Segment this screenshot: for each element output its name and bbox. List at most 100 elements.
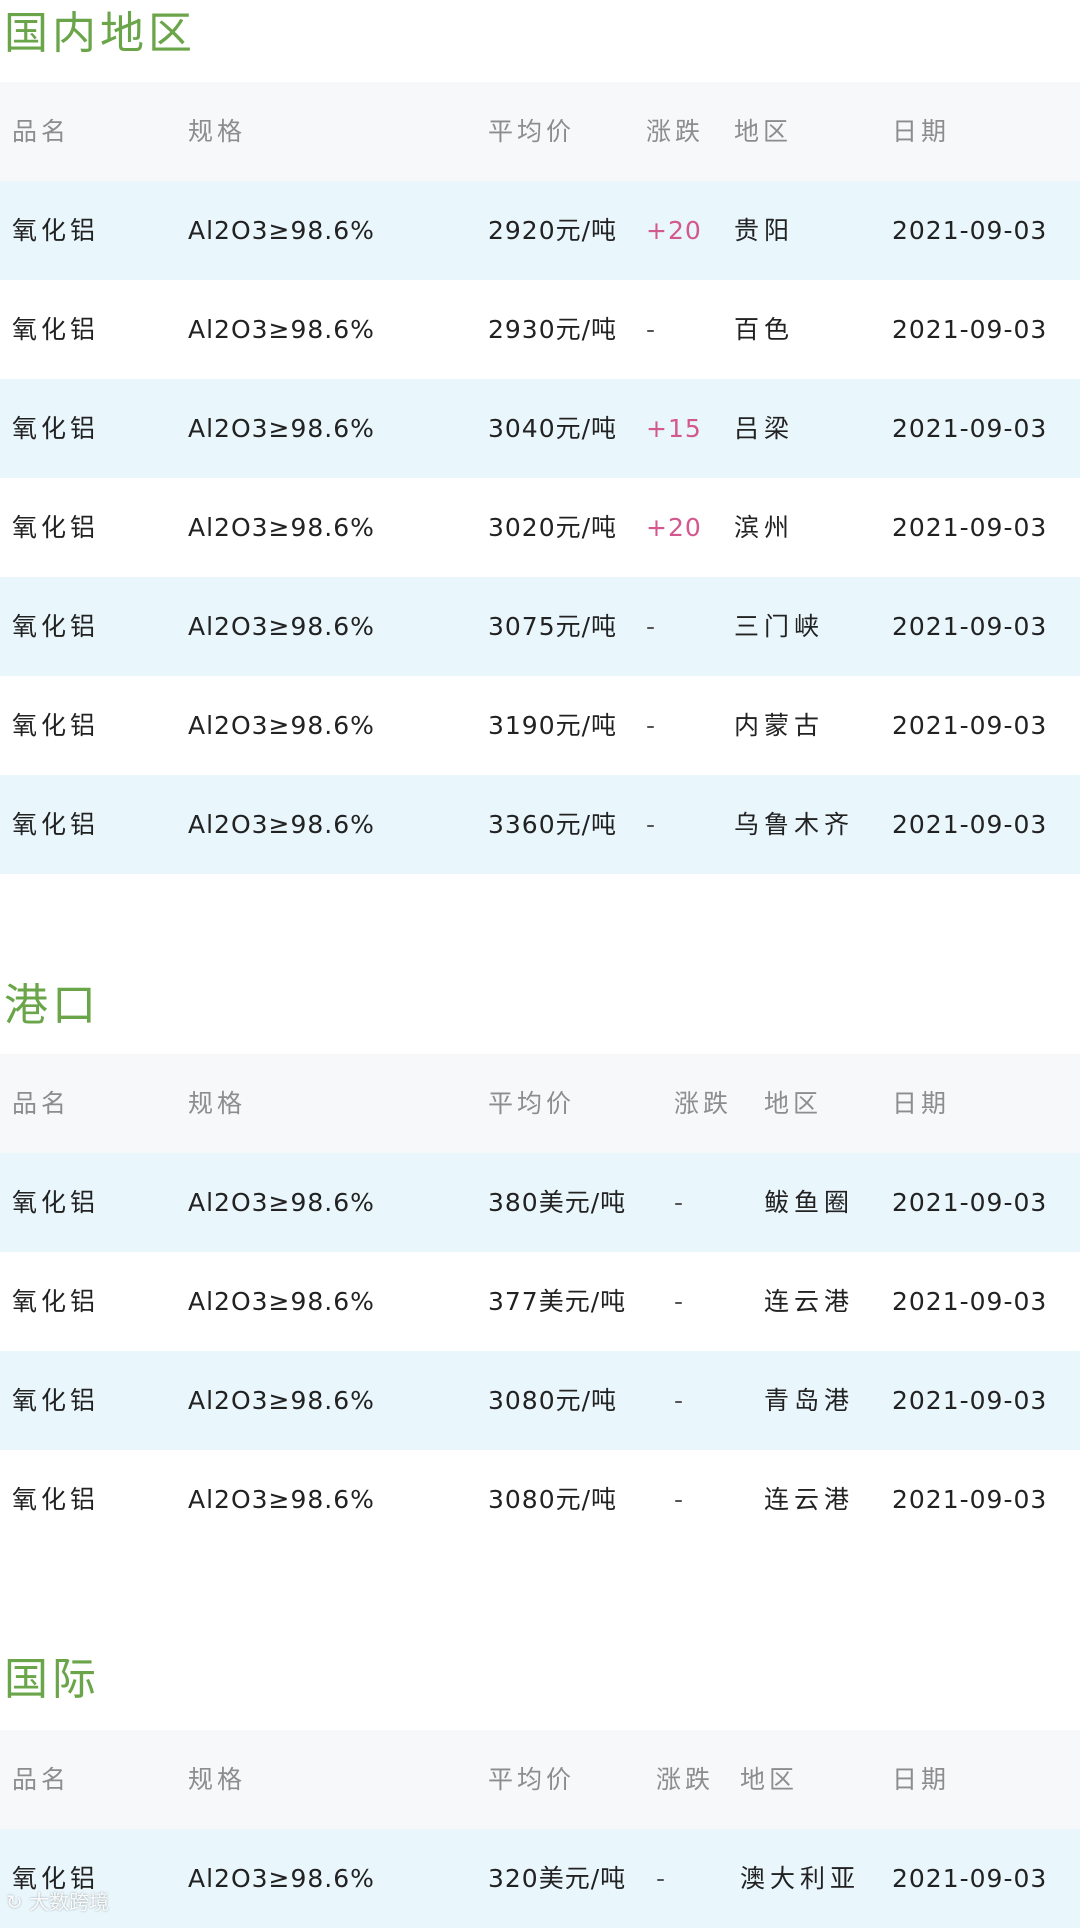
table-row: 氧化铝 Al2O3≥98.6% 3020元/吨 +20 滨州 2021-09-03 [0, 478, 1080, 577]
change-cell: - [674, 1485, 685, 1514]
date-cell: 2021-09-03 [892, 414, 1048, 443]
price-table-domestic: 品名 规格 平均价 涨跌 地区 日期 氧化铝 Al2O3≥98.6% 2920元/吨 +20 贵阳 2… [0, 82, 1080, 874]
section-title-domestic: 国内地区 [4, 8, 196, 59]
name-cell: 氧化铝 [12, 513, 100, 542]
column-header-change: 涨跌 [656, 1765, 715, 1794]
spec-cell: Al2O3≥98.6% [188, 612, 375, 641]
column-header-name: 品名 [12, 1765, 71, 1794]
change-cell: +20 [646, 513, 702, 542]
column-header-name: 品名 [12, 117, 71, 146]
spec-cell: Al2O3≥98.6% [188, 810, 375, 839]
change-cell: - [646, 810, 657, 839]
column-header-date: 日期 [892, 1765, 951, 1794]
region-cell: 乌鲁木齐 [734, 810, 855, 839]
date-cell: 2021-09-03 [892, 612, 1048, 641]
price-cell: 3020元/吨 [488, 513, 618, 542]
table-row: 氧化铝 Al2O3≥98.6% 3075元/吨 - 三门峡 2021-09-03 [0, 577, 1080, 676]
table-row: 氧化铝 Al2O3≥98.6% 3360元/吨 - 乌鲁木齐 2021-09-03 [0, 775, 1080, 874]
date-cell: 2021-09-03 [892, 1386, 1048, 1415]
spec-cell: Al2O3≥98.6% [188, 711, 375, 740]
watermark-icon: ↻ [6, 1890, 23, 1914]
watermark-logo: ↻ 大数跨境 [6, 1886, 109, 1915]
price-cell: 377美元/吨 [488, 1287, 627, 1316]
date-cell: 2021-09-03 [892, 1485, 1048, 1514]
spec-cell: Al2O3≥98.6% [188, 1287, 375, 1316]
price-table-international: 品名 规格 平均价 涨跌 地区 日期 氧化铝 Al2O3≥98.6% 320美元/吨 - 澳大利亚 2… [0, 1730, 1080, 1928]
column-header-change: 涨跌 [646, 117, 705, 146]
spec-cell: Al2O3≥98.6% [188, 216, 375, 245]
table-row: 氧化铝 Al2O3≥98.6% 3040元/吨 +15 吕梁 2021-09-03 [0, 379, 1080, 478]
name-cell: 氧化铝 [12, 1287, 100, 1316]
column-header-change: 涨跌 [674, 1089, 733, 1118]
column-header-price: 平均价 [488, 1089, 576, 1118]
date-cell: 2021-09-03 [892, 216, 1048, 245]
spec-cell: Al2O3≥98.6% [188, 1386, 375, 1415]
name-cell: 氧化铝 [12, 711, 100, 740]
region-cell: 连云港 [764, 1485, 855, 1514]
spec-cell: Al2O3≥98.6% [188, 1188, 375, 1217]
section-title-international: 国际 [4, 1654, 100, 1705]
column-header-spec: 规格 [188, 1089, 247, 1118]
spec-cell: Al2O3≥98.6% [188, 315, 375, 344]
spec-cell: Al2O3≥98.6% [188, 1864, 375, 1893]
price-cell: 3080元/吨 [488, 1386, 618, 1415]
watermark-text: 大数跨境 [29, 1890, 110, 1914]
region-cell: 吕梁 [734, 414, 795, 443]
column-header-date: 日期 [892, 117, 951, 146]
table-row: 氧化铝 Al2O3≥98.6% 2920元/吨 +20 贵阳 2021-09-03 [0, 181, 1080, 280]
table-row: 氧化铝 Al2O3≥98.6% 3080元/吨 - 青岛港 2021-09-03 [0, 1351, 1080, 1450]
region-cell: 青岛港 [764, 1386, 855, 1415]
column-header-spec: 规格 [188, 1765, 247, 1794]
name-cell: 氧化铝 [12, 1188, 100, 1217]
spec-cell: Al2O3≥98.6% [188, 1485, 375, 1514]
column-header-spec: 规格 [188, 117, 247, 146]
column-header-price: 平均价 [488, 1765, 576, 1794]
column-header-region: 地区 [734, 117, 793, 146]
table-row: 氧化铝 Al2O3≥98.6% 3080元/吨 - 连云港 2021-09-03 [0, 1450, 1080, 1549]
price-cell: 3190元/吨 [488, 711, 618, 740]
column-header-region: 地区 [764, 1089, 823, 1118]
name-cell: 氧化铝 [12, 612, 100, 641]
table-header-row: 品名 规格 平均价 涨跌 地区 日期 [0, 82, 1080, 181]
table-row: 氧化铝 Al2O3≥98.6% 377美元/吨 - 连云港 2021-09-03 [0, 1252, 1080, 1351]
region-cell: 滨州 [734, 513, 795, 542]
date-cell: 2021-09-03 [892, 1287, 1048, 1316]
name-cell: 氧化铝 [12, 1485, 100, 1514]
region-cell: 贵阳 [734, 216, 795, 245]
price-cell: 2930元/吨 [488, 315, 618, 344]
change-cell: +15 [646, 414, 702, 443]
name-cell: 氧化铝 [12, 810, 100, 839]
price-cell: 3075元/吨 [488, 612, 618, 641]
table-row: 氧化铝 Al2O3≥98.6% 2930元/吨 - 百色 2021-09-03 [0, 280, 1080, 379]
change-cell: - [674, 1386, 685, 1415]
region-cell: 连云港 [764, 1287, 855, 1316]
price-table-port: 品名 规格 平均价 涨跌 地区 日期氧化铝 Al2O3≥98.6% 380美元/吨 - 鲅鱼圈 20… [0, 1054, 1080, 1549]
name-cell: 氧化铝 [12, 414, 100, 443]
name-cell: 氧化铝 [12, 315, 100, 344]
date-cell: 2021-09-03 [892, 513, 1048, 542]
date-cell: 2021-09-03 [892, 1864, 1048, 1893]
table-row: 氧化铝 Al2O3≥98.6% 380美元/吨 - 鲅鱼圈 2021-09-03 [0, 1153, 1080, 1252]
change-cell: - [674, 1188, 685, 1217]
column-header-region: 地区 [740, 1765, 799, 1794]
table-header-row: 品名 规格 平均价 涨跌 地区 日期 [0, 1054, 1080, 1153]
change-cell: +20 [646, 216, 702, 245]
price-cell: 320美元/吨 [488, 1864, 627, 1893]
price-cell: 380美元/吨 [488, 1188, 627, 1217]
table-row: 氧化铝 Al2O3≥98.6% 3190元/吨 - 内蒙古 2021-09-03 [0, 676, 1080, 775]
price-cell: 3040元/吨 [488, 414, 618, 443]
region-cell: 鲅鱼圈 [764, 1188, 855, 1217]
column-header-date: 日期 [892, 1089, 951, 1118]
price-cell: 2920元/吨 [488, 216, 618, 245]
name-cell: 氧化铝 [12, 1386, 100, 1415]
date-cell: 2021-09-03 [892, 711, 1048, 740]
change-cell: - [646, 315, 657, 344]
change-cell: - [656, 1864, 667, 1893]
section-title-port: 港口 [4, 980, 100, 1031]
region-cell: 三门峡 [734, 612, 825, 641]
date-cell: 2021-09-03 [892, 810, 1048, 839]
region-cell: 百色 [734, 315, 795, 344]
date-cell: 2021-09-03 [892, 1188, 1048, 1217]
column-header-name: 品名 [12, 1089, 71, 1118]
date-cell: 2021-09-03 [892, 315, 1048, 344]
